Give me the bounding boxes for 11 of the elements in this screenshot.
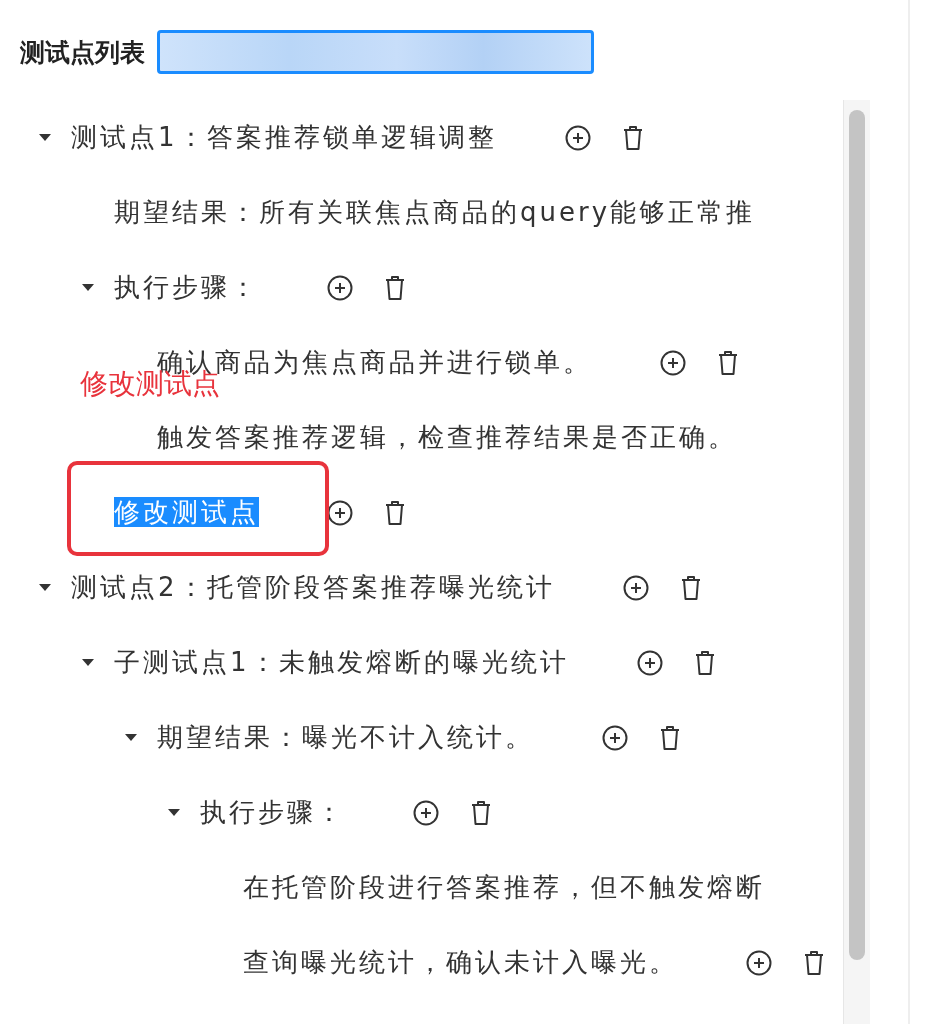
node-label[interactable]: 执行步骤： [114, 272, 259, 302]
node-label[interactable]: 期望结果：所有关联焦点商品的query能够正常推 [114, 197, 756, 227]
node-label[interactable]: 执行步骤： [200, 797, 345, 827]
node-label[interactable]: 在托管阶段进行答案推荐，但不触发熔断 [243, 872, 765, 902]
list-title: 测试点列表 [20, 36, 145, 69]
node-label[interactable]: 子测试点1：未触发熔断的曝光统计 [114, 647, 569, 677]
node-label[interactable]: 测试点1：答案推荐锁单逻辑调整 [71, 122, 497, 152]
node-label[interactable]: 触发答案推荐逻辑，检查推荐结果是否正确。 [157, 422, 737, 452]
node-label[interactable]: 期望结果：曝光不计入统计。 [157, 722, 534, 752]
node-label[interactable]: 测试点2：托管阶段答案推荐曝光统计 [71, 572, 555, 602]
node-label[interactable]: 查询曝光统计，确认未计入曝光。 [243, 947, 678, 977]
